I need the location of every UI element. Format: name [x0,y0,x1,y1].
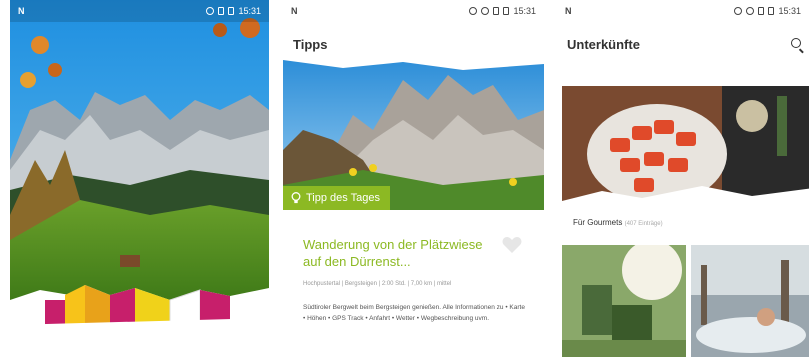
alarm-icon [206,7,215,15]
battery-icon [768,7,775,15]
status-bar: N 15:31 [283,0,544,22]
signal-icon [493,7,500,15]
status-bar: N 15:31 [557,0,809,22]
category-label[interactable]: Für Gourmets (407 Einträge) [573,218,663,227]
category-image-outdoor[interactable] [562,245,686,357]
status-bar: N 15:31 [10,0,269,22]
signal-icon [218,7,225,15]
app-header: Unterkünfte [557,22,809,66]
sync-icon [469,7,478,15]
category-image-wellness[interactable] [691,245,809,357]
sync-icon [734,7,743,15]
tips-screen: N 15:31 Tipps Tipp des Tages Wanderung v… [283,0,544,362]
favorite-heart-icon[interactable] [502,236,522,254]
category-gourmet-image[interactable] [562,86,809,216]
page-title: Tipps [293,36,328,52]
status-time: 15:31 [513,6,536,16]
status-time: 15:31 [778,6,801,16]
lightbulb-icon [291,192,301,204]
battery-icon [503,7,510,15]
page-title: Unterkünfte [567,36,640,52]
battery-icon [228,7,235,15]
tip-meta-info: Hochpustertal | Bergsteigen | 2:00 Std. … [303,281,452,287]
tip-of-the-day-badge: Tipp des Tages [283,186,390,210]
notification-icon: N [18,6,25,16]
notification-icon: N [565,6,572,16]
splash-screen: N 15:31 [10,0,269,362]
accommodations-screen: N 15:31 Unterkünfte Für Gourmets (407 Ei… [557,0,809,362]
status-time: 15:31 [238,6,261,16]
tip-badge-label: Tipp des Tages [306,192,380,204]
tip-description: Südtiroler Bergwelt beim Bergsteigen gen… [303,304,525,322]
category-count: (407 Einträge) [624,221,663,227]
tip-title[interactable]: Wanderung von der Plätzwiese auf den Dür… [303,236,503,270]
search-icon[interactable] [791,38,801,48]
alarm-icon [746,7,755,15]
signal-icon [758,7,765,15]
dolomites-landscape-image [10,0,269,362]
notification-icon: N [291,6,298,16]
alarm-icon [481,7,490,15]
